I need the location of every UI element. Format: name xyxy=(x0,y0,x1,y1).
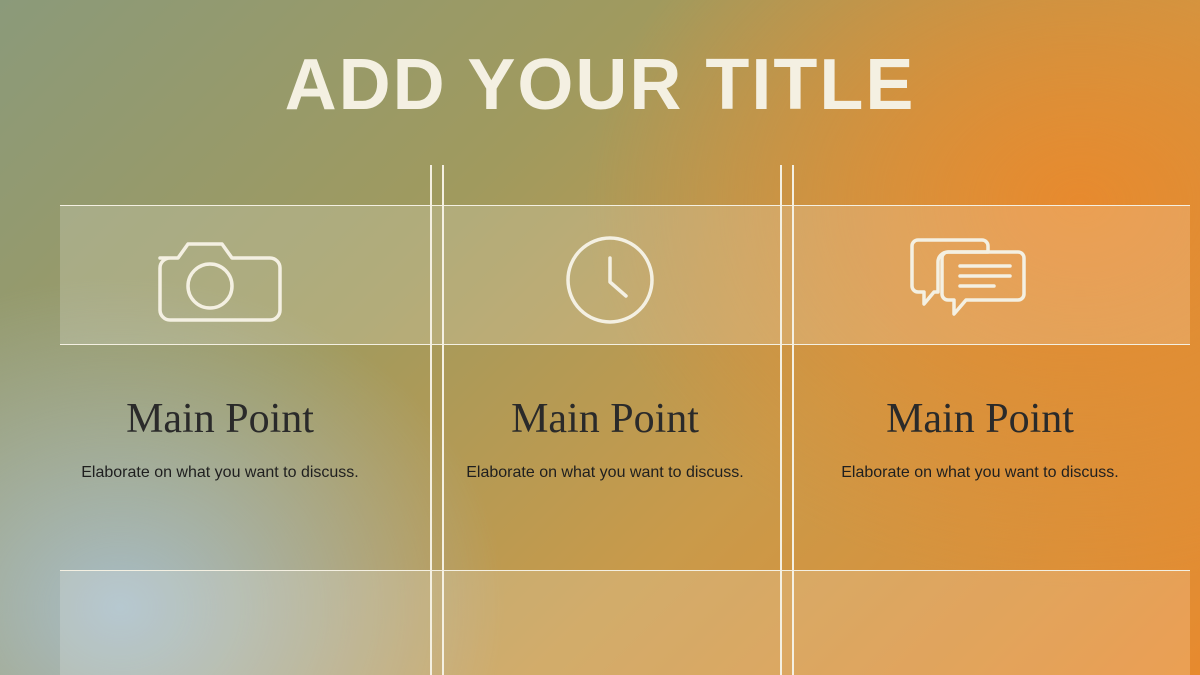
point-heading: Main Point xyxy=(840,395,1120,443)
point-description: Elaborate on what you want to discuss. xyxy=(840,461,1120,485)
point-description: Elaborate on what you want to discuss. xyxy=(80,461,360,485)
point-block: Main Point Elaborate on what you want to… xyxy=(840,395,1120,485)
point-block: Main Point Elaborate on what you want to… xyxy=(80,395,360,485)
slide-title: ADD YOUR TITLE xyxy=(0,44,1200,126)
point-block: Main Point Elaborate on what you want to… xyxy=(465,395,745,485)
divider-line xyxy=(442,165,444,675)
bottom-band xyxy=(60,570,1190,675)
clock-icon xyxy=(560,230,660,330)
point-heading: Main Point xyxy=(465,395,745,443)
divider-line xyxy=(780,165,782,675)
point-description: Elaborate on what you want to discuss. xyxy=(465,461,745,485)
divider-line xyxy=(430,165,432,675)
camera-icon xyxy=(145,230,285,325)
divider-line xyxy=(792,165,794,675)
point-heading: Main Point xyxy=(80,395,360,443)
chat-icon xyxy=(910,230,1030,330)
